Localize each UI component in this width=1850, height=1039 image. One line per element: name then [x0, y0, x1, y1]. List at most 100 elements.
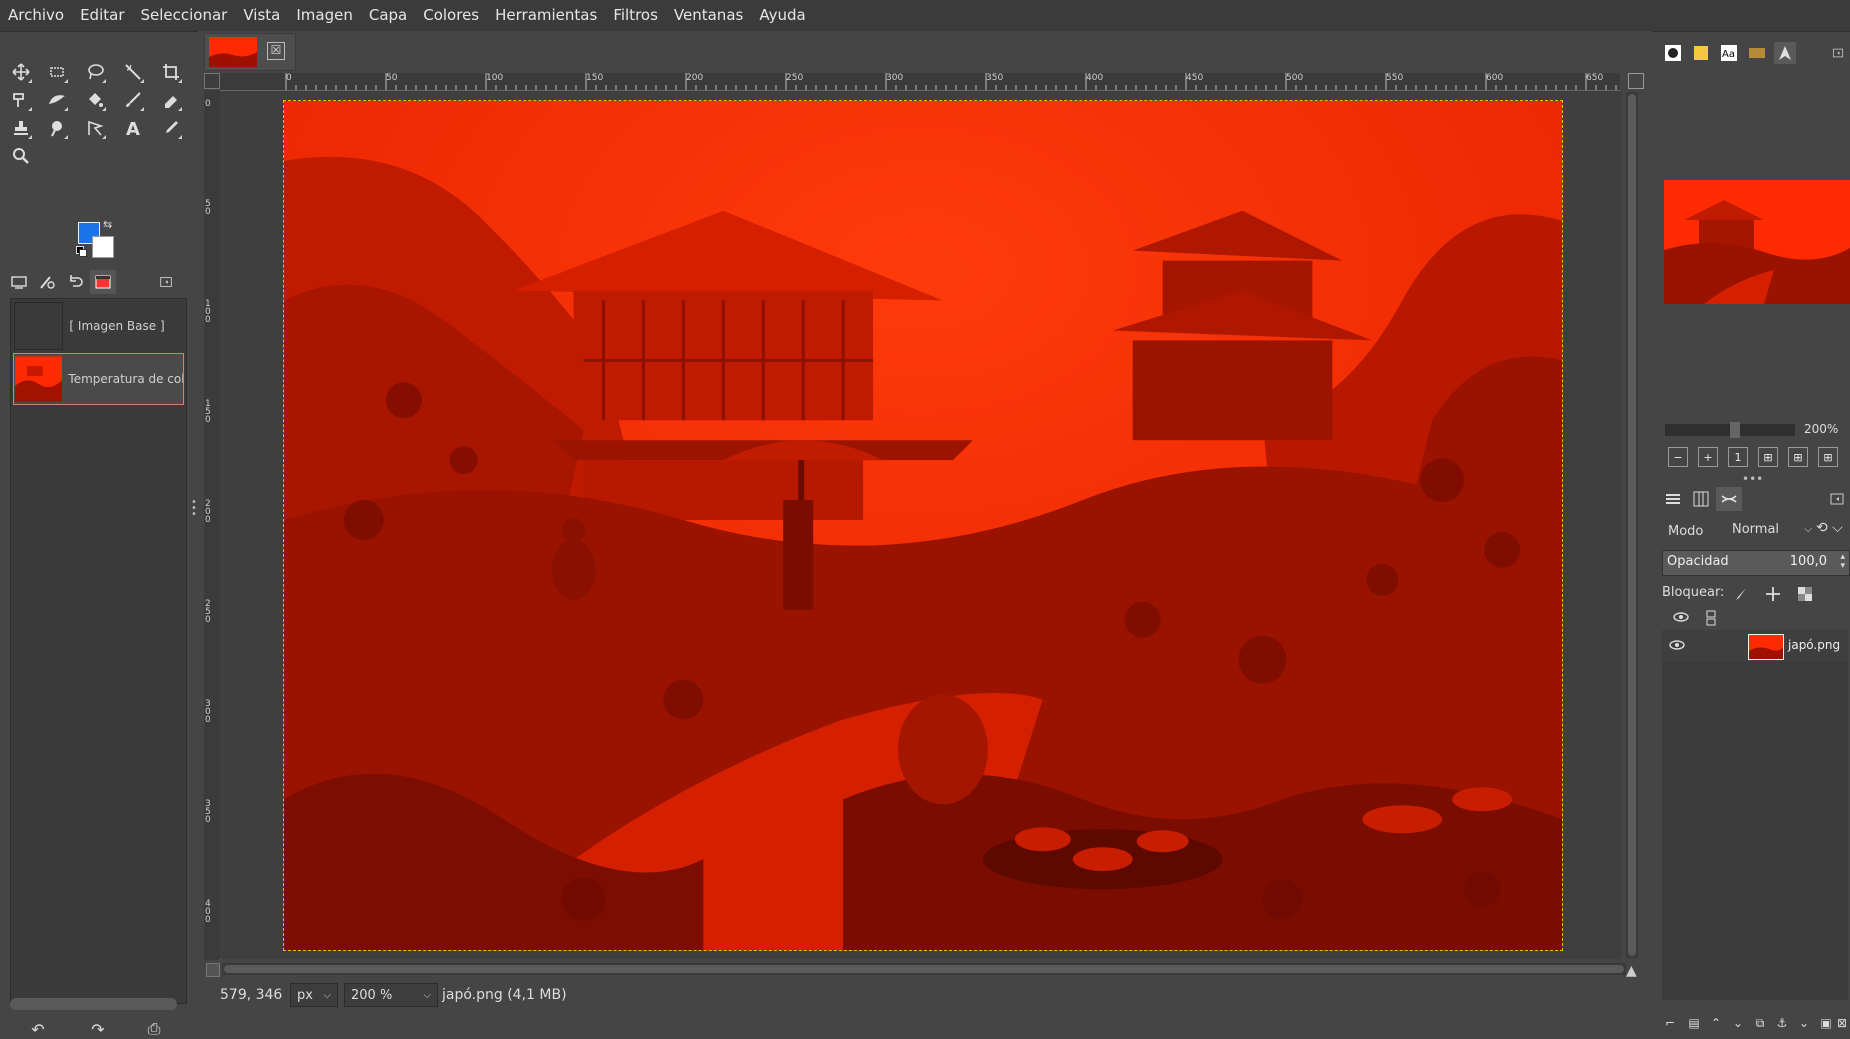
- menu-archivo[interactable]: Archivo: [0, 0, 72, 31]
- images-tab-icon[interactable]: [90, 270, 116, 294]
- menu-herramientas[interactable]: Herramientas: [487, 0, 605, 31]
- vertical-ruler[interactable]: 0 50 100 150 200 250 300 350 400: [204, 90, 221, 960]
- unit-select[interactable]: px ⌵: [290, 983, 338, 1007]
- layer-visibility-eye-icon[interactable]: [1668, 638, 1686, 656]
- menu-ventanas[interactable]: Ventanas: [666, 0, 751, 31]
- quick-mask-toggle[interactable]: [206, 963, 220, 977]
- undo-history-tab-icon[interactable]: [62, 270, 88, 294]
- menu-capa[interactable]: Capa: [361, 0, 415, 31]
- ruler-label: 100: [486, 73, 504, 83]
- dodge-burn-icon[interactable]: [45, 116, 69, 140]
- layers-tab-icon[interactable]: [1660, 487, 1686, 511]
- channels-tab-icon[interactable]: [1688, 487, 1714, 511]
- clone-stamp-icon[interactable]: [9, 116, 33, 140]
- menu-colores[interactable]: Colores: [415, 0, 487, 31]
- horizontal-scroll-thumb[interactable]: [224, 965, 1624, 973]
- tool-options-tab-icon[interactable]: [6, 270, 32, 294]
- patterns-tab-icon[interactable]: [1690, 42, 1712, 64]
- fonts-tab-icon[interactable]: Aa: [1718, 42, 1740, 64]
- zoom-image-button[interactable]: [1628, 73, 1644, 89]
- navigate-icon[interactable]: ▲: [1626, 963, 1637, 979]
- zoom-out-icon[interactable]: −: [1668, 447, 1688, 467]
- history-item-base[interactable]: [ Imagen Base ]: [13, 301, 184, 351]
- swap-colors-icon[interactable]: ⇆: [103, 218, 112, 231]
- lock-position-icon[interactable]: [1762, 583, 1784, 605]
- crop-tool-icon[interactable]: [159, 60, 183, 84]
- bucket-fill-icon[interactable]: [83, 88, 107, 112]
- svg-text:A: A: [126, 119, 140, 138]
- opacity-field[interactable]: Opacidad 100,0 ▴ ▾: [1662, 550, 1850, 576]
- color-picker-icon[interactable]: [159, 116, 183, 140]
- menu-bar: Archivo Editar Seleccionar Vista Imagen …: [0, 0, 1850, 32]
- dock-menu-icon[interactable]: [1830, 42, 1846, 64]
- fuzzy-select-icon[interactable]: [121, 60, 145, 84]
- dock-menu-icon[interactable]: [158, 270, 174, 294]
- visibility-column-eye-icon[interactable]: [1672, 610, 1690, 628]
- vertical-scroll-thumb[interactable]: [1628, 94, 1636, 956]
- dock-resize-handle[interactable]: •••: [1742, 472, 1763, 486]
- image-canvas[interactable]: [283, 100, 1563, 951]
- dock-resize-handle[interactable]: •••: [191, 498, 197, 520]
- menu-imagen[interactable]: Imagen: [288, 0, 360, 31]
- chain-column-icon[interactable]: [1704, 610, 1718, 630]
- dock-menu-icon[interactable]: [1828, 487, 1846, 511]
- image-tabs: ☒: [198, 31, 1652, 71]
- new-layer-group-icon[interactable]: ⌐: [1662, 1014, 1678, 1032]
- zoom-1-1-icon[interactable]: 1: [1728, 447, 1748, 467]
- zoom-tool-icon[interactable]: [9, 144, 33, 168]
- anchor-layer-icon[interactable]: ⚓: [1774, 1014, 1790, 1032]
- horizontal-ruler[interactable]: 0 50 100 150 200 250 300 350 400 450 500…: [220, 73, 1620, 91]
- lock-pixels-icon[interactable]: [1730, 583, 1752, 605]
- layer-row[interactable]: japó.png: [1662, 630, 1848, 662]
- zoom-select[interactable]: 200 % ⌵: [344, 983, 438, 1007]
- lasso-tool-icon[interactable]: [83, 60, 107, 84]
- menu-editar[interactable]: Editar: [72, 0, 132, 31]
- merge-layer-icon[interactable]: ⌄: [1796, 1014, 1812, 1032]
- menu-vista[interactable]: Vista: [235, 0, 288, 31]
- warp-transform-icon[interactable]: [9, 88, 33, 112]
- ruler-label: 400: [1086, 73, 1104, 83]
- menu-ayuda[interactable]: Ayuda: [751, 0, 813, 31]
- ruler-corner-button[interactable]: [204, 73, 220, 89]
- paths-tool-icon[interactable]: [83, 116, 107, 140]
- smudge-tool-icon[interactable]: [45, 88, 69, 112]
- spin-arrows-icon[interactable]: ▴ ▾: [1840, 553, 1845, 571]
- clear-history-icon[interactable]: ⎙: [142, 1019, 166, 1038]
- close-tab-icon[interactable]: ☒: [267, 42, 285, 60]
- delete-layer-icon[interactable]: ⊠: [1834, 1014, 1850, 1032]
- text-tool-icon[interactable]: A: [121, 116, 145, 140]
- brushes-tab-icon[interactable]: [1662, 42, 1684, 64]
- ruler-label: 450: [1186, 73, 1204, 83]
- move-tool-icon[interactable]: [9, 60, 33, 84]
- mask-layer-icon[interactable]: ▣: [1818, 1014, 1834, 1032]
- fit-image-icon[interactable]: ⊞: [1758, 447, 1778, 467]
- shrink-wrap-icon[interactable]: ⊞: [1818, 447, 1838, 467]
- paths-tab-icon[interactable]: [1716, 487, 1742, 511]
- background-color[interactable]: [92, 236, 114, 258]
- eraser-icon[interactable]: [159, 88, 183, 112]
- lower-layer-icon[interactable]: ⌄: [1730, 1014, 1746, 1032]
- navigator-preview[interactable]: [1664, 180, 1850, 304]
- image-tab[interactable]: ☒: [204, 33, 296, 71]
- lock-alpha-icon[interactable]: [1794, 583, 1816, 605]
- redo-icon[interactable]: ↷: [86, 1020, 110, 1039]
- mode-select[interactable]: Normal ⌵: [1732, 517, 1814, 543]
- fill-window-icon[interactable]: ⊞: [1788, 447, 1808, 467]
- gradients-tab-icon[interactable]: [1746, 42, 1768, 64]
- undo-icon[interactable]: ↶: [26, 1020, 50, 1039]
- device-status-tab-icon[interactable]: [34, 270, 60, 294]
- mode-reset-icon[interactable]: ⟲ ⌵: [1816, 520, 1848, 542]
- history-scrollbar[interactable]: [10, 998, 177, 1010]
- zoom-in-icon[interactable]: +: [1698, 447, 1718, 467]
- menu-seleccionar[interactable]: Seleccionar: [133, 0, 236, 31]
- raise-layer-icon[interactable]: ⌃: [1708, 1014, 1724, 1032]
- menu-filtros[interactable]: Filtros: [605, 0, 666, 31]
- navigator-zoom-handle[interactable]: [1730, 422, 1740, 438]
- reset-colors-icon[interactable]: [76, 246, 87, 257]
- new-layer-icon[interactable]: ▤: [1686, 1014, 1702, 1032]
- history-item-color-temperature[interactable]: Temperatura de color: [13, 353, 184, 405]
- rect-select-tool-icon[interactable]: [45, 60, 69, 84]
- navigation-tab-icon[interactable]: [1774, 42, 1796, 64]
- duplicate-layer-icon[interactable]: ⧉: [1752, 1014, 1768, 1032]
- paintbrush-icon[interactable]: [121, 88, 145, 112]
